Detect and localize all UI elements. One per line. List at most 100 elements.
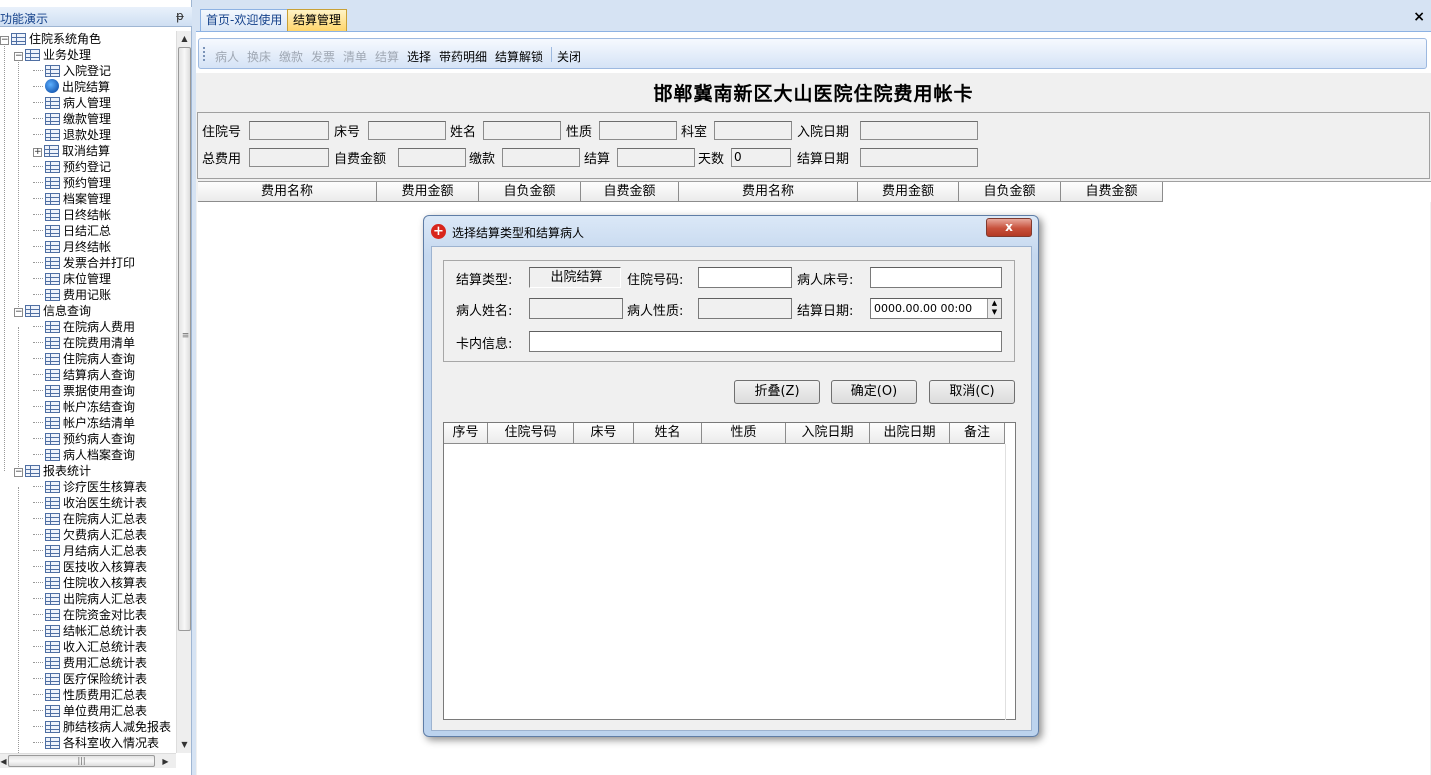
tree-item-21[interactable]: 结算病人查询 <box>33 367 135 383</box>
tree-item-7[interactable]: + 取消结算 <box>33 143 110 159</box>
tree-item-16[interactable]: 费用记账 <box>33 287 111 303</box>
tree-item-34[interactable]: 住院收入核算表 <box>33 575 147 591</box>
column-header[interactable]: 序号 <box>444 423 488 444</box>
tree-item-28[interactable]: 诊疗医生核算表 <box>33 479 147 495</box>
close-button[interactable]: 关闭 <box>557 48 581 65</box>
tree-item-42[interactable]: 单位费用汇总表 <box>33 703 147 719</box>
bed-no-input[interactable] <box>870 267 1002 288</box>
admission-date-field[interactable] <box>860 121 978 140</box>
list-button[interactable]: 清单 <box>343 48 367 65</box>
column-header[interactable]: 床号 <box>574 423 634 444</box>
scrollbar-thumb[interactable]: ≡ <box>178 47 191 631</box>
column-header[interactable]: 住院号码 <box>488 423 574 444</box>
settle-date-picker[interactable]: 0000.00.00 00:00 ▲ ▼ <box>870 298 1002 319</box>
tab-home[interactable]: 首页-欢迎使用 <box>200 9 289 31</box>
collapse-icon[interactable]: − <box>14 468 23 477</box>
column-header[interactable]: 入院日期 <box>786 423 870 444</box>
column-header[interactable]: 自费金额 <box>1061 182 1163 202</box>
tree-item-31[interactable]: 欠费病人汇总表 <box>33 527 147 543</box>
horizontal-scrollbar-thumb[interactable]: ||| <box>8 755 155 767</box>
scroll-up-arrow-icon[interactable]: ▲ <box>177 31 192 46</box>
medicine-detail-button[interactable]: 带药明细 <box>439 48 487 65</box>
tree-item-22[interactable]: 票据使用查询 <box>33 383 135 399</box>
payment-field[interactable] <box>502 148 580 167</box>
tree-item-33[interactable]: 医技收入核算表 <box>33 559 147 575</box>
department-field[interactable] <box>714 121 792 140</box>
patient-button[interactable]: 病人 <box>215 48 239 65</box>
tree-group-27[interactable]: − 报表统计 <box>14 463 91 479</box>
column-header[interactable]: 姓名 <box>634 423 702 444</box>
spin-up-icon[interactable]: ▲ <box>988 299 1001 308</box>
tree-item-13[interactable]: 月终结帐 <box>33 239 111 255</box>
tree-item-40[interactable]: 医疗保险统计表 <box>33 671 147 687</box>
date-spinner[interactable]: ▲ ▼ <box>987 299 1001 318</box>
settlement-field[interactable] <box>617 148 695 167</box>
tree-item-43[interactable]: 肺结核病人减免报表 <box>33 719 171 735</box>
close-tab-icon[interactable]: × <box>1413 9 1425 25</box>
collapse-icon[interactable]: − <box>0 36 9 45</box>
payment-button[interactable]: 缴款 <box>279 48 303 65</box>
tree-group-0[interactable]: − 住院系统角色 <box>0 31 101 47</box>
column-header[interactable]: 自费金额 <box>581 182 679 202</box>
tree-item-18[interactable]: 在院病人费用 <box>33 319 135 335</box>
tree-vertical-scrollbar[interactable]: ▲ ≡ ▼ <box>176 31 191 753</box>
spin-down-icon[interactable]: ▼ <box>988 308 1001 317</box>
tab-settlement[interactable]: 结算管理 <box>287 9 348 31</box>
tree-item-24[interactable]: 帐户冻结清单 <box>33 415 135 431</box>
tree-item-9[interactable]: 预约管理 <box>33 175 111 191</box>
collapse-icon[interactable]: − <box>14 308 23 317</box>
tree-item-19[interactable]: 在院费用清单 <box>33 335 135 351</box>
nature-field[interactable] <box>599 121 677 140</box>
expand-icon[interactable]: + <box>33 148 42 157</box>
patient-nature-field[interactable] <box>698 298 792 319</box>
tree-item-4[interactable]: 病人管理 <box>33 95 111 111</box>
change-bed-button[interactable]: 换床 <box>247 48 271 65</box>
tree-horizontal-scrollbar[interactable]: ◀ ||| ▶ <box>0 753 176 768</box>
tree-item-3[interactable]: 出院结算 <box>33 79 110 95</box>
tree-item-11[interactable]: 日终结帐 <box>33 207 111 223</box>
collapse-icon[interactable]: − <box>14 52 23 61</box>
column-header[interactable]: 费用金额 <box>377 182 479 202</box>
column-header[interactable]: 自负金额 <box>959 182 1061 202</box>
ok-button[interactable]: 确定(O) <box>831 380 917 404</box>
tree-item-29[interactable]: 收治医生统计表 <box>33 495 147 511</box>
column-header[interactable]: 费用金额 <box>858 182 959 202</box>
tree-item-41[interactable]: 性质费用汇总表 <box>33 687 147 703</box>
tree-item-26[interactable]: 病人档案查询 <box>33 447 135 463</box>
days-field[interactable]: 0 <box>731 148 791 167</box>
invoice-button[interactable]: 发票 <box>311 48 335 65</box>
admission-no-field[interactable] <box>249 121 329 140</box>
column-header[interactable]: 费用名称 <box>679 182 858 202</box>
tree-item-6[interactable]: 退款处理 <box>33 127 111 143</box>
column-header[interactable]: 费用名称 <box>198 182 377 202</box>
settle-button[interactable]: 结算 <box>375 48 399 65</box>
cancel-button[interactable]: 取消(C) <box>929 380 1015 404</box>
tree-item-39[interactable]: 费用汇总统计表 <box>33 655 147 671</box>
tree-item-15[interactable]: 床位管理 <box>33 271 111 287</box>
tree-item-38[interactable]: 收入汇总统计表 <box>33 639 147 655</box>
admission-no-input[interactable] <box>698 267 792 288</box>
self-pay-field[interactable] <box>398 148 466 167</box>
tree-item-14[interactable]: 发票合并打印 <box>33 255 135 271</box>
column-header[interactable]: 备注 <box>950 423 1005 444</box>
tree-item-8[interactable]: 预约登记 <box>33 159 111 175</box>
tree-group-1[interactable]: − 业务处理 <box>14 47 91 63</box>
patient-name-field[interactable] <box>529 298 623 319</box>
tree-item-10[interactable]: 档案管理 <box>33 191 111 207</box>
tree-item-12[interactable]: 日结汇总 <box>33 223 111 239</box>
tree-item-37[interactable]: 结帐汇总统计表 <box>33 623 147 639</box>
column-header[interactable]: 自负金额 <box>479 182 581 202</box>
tree-item-2[interactable]: 入院登记 <box>33 63 111 79</box>
tree-item-44[interactable]: 各科室收入情况表 <box>33 735 159 751</box>
pin-icon[interactable]: ᵽ <box>176 9 184 23</box>
tree-item-23[interactable]: 帐户冻结查询 <box>33 399 135 415</box>
select-button[interactable]: 选择 <box>407 48 431 65</box>
tree-item-20[interactable]: 住院病人查询 <box>33 351 135 367</box>
card-info-input[interactable] <box>529 331 1002 352</box>
tree-item-36[interactable]: 在院资金对比表 <box>33 607 147 623</box>
name-field[interactable] <box>483 121 561 140</box>
tree-item-25[interactable]: 预约病人查询 <box>33 431 135 447</box>
total-fee-field[interactable] <box>249 148 329 167</box>
column-header[interactable]: 性质 <box>702 423 786 444</box>
settle-type-field[interactable]: 出院结算 <box>529 267 621 288</box>
